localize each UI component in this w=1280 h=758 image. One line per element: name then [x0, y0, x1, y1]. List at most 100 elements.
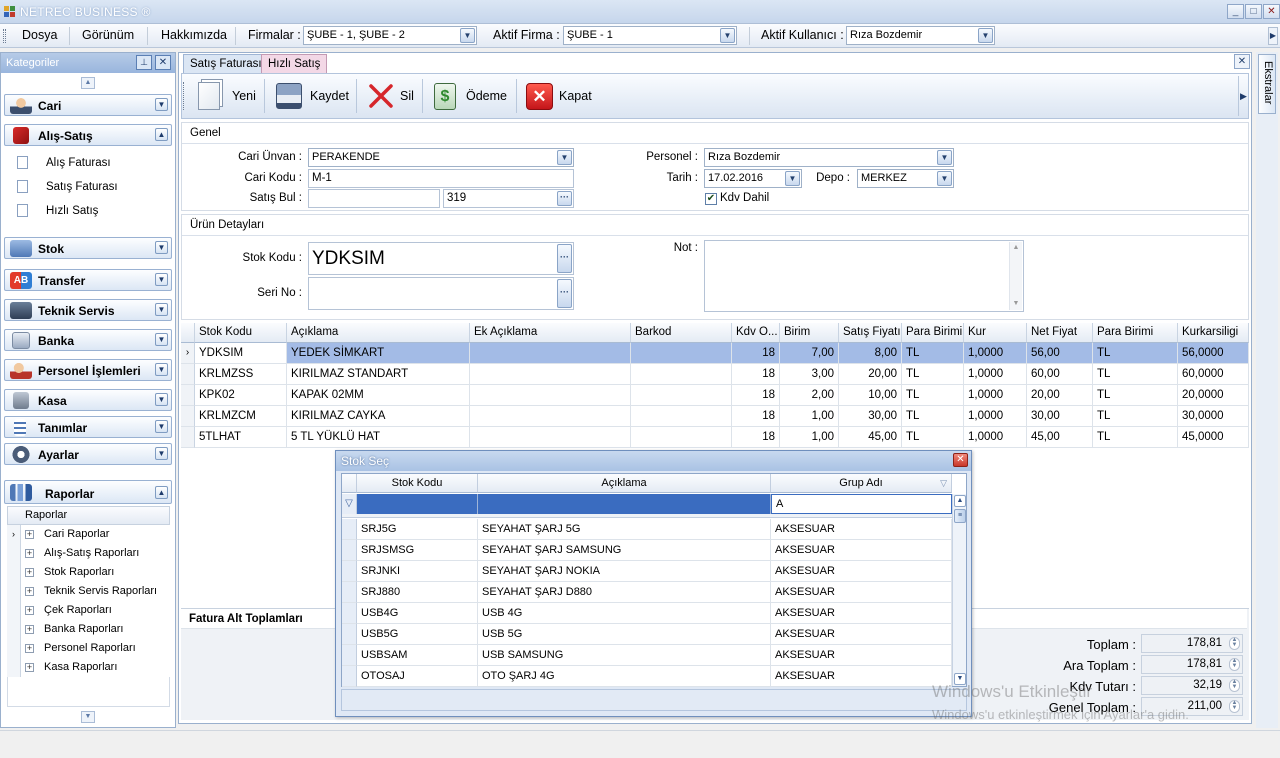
row-indicator[interactable] — [342, 540, 357, 561]
close-window-button[interactable]: ✕ — [1263, 4, 1280, 19]
table-cell[interactable]: SRJ880 — [357, 582, 478, 603]
group-raporlar[interactable]: Raporlar ▲ — [4, 480, 172, 504]
row-indicator[interactable]: › — [181, 343, 195, 364]
chevron-down-icon[interactable]: ▼ — [155, 447, 168, 460]
tree-row[interactable]: + Personel Raporları — [7, 639, 170, 658]
table-cell[interactable]: SEYAHAT ŞARJ SAMSUNG — [478, 540, 771, 561]
chevron-down-icon[interactable]: ▼ — [460, 28, 475, 43]
maximize-button[interactable]: □ — [1245, 4, 1262, 19]
table-cell[interactable]: TL — [902, 343, 964, 364]
stok-kodu-field[interactable]: YDKSIM ··· — [308, 242, 574, 275]
table-cell[interactable]: 18 — [732, 427, 780, 448]
not-textarea[interactable]: ▲ ▼ — [704, 240, 1024, 312]
table-cell[interactable]: 30,00 — [839, 406, 902, 427]
chevron-down-icon[interactable]: ▼ — [937, 171, 952, 186]
depo-combo[interactable]: MERKEZ ▼ — [857, 169, 954, 188]
tarih-datepicker[interactable]: 17.02.2016 ▼ — [704, 169, 802, 188]
chevron-up-icon[interactable]: ▲ — [155, 128, 168, 141]
filter-icon[interactable]: ▽ — [940, 474, 947, 492]
scrollbar[interactable]: ▲ ▼ — [1009, 242, 1022, 310]
ellipsis-button[interactable]: ··· — [557, 244, 572, 273]
table-cell[interactable]: USB SAMSUNG — [478, 645, 771, 666]
table-cell[interactable]: TL — [902, 364, 964, 385]
scroll-up-icon[interactable]: ▲ — [954, 495, 966, 507]
expand-icon[interactable]: + — [25, 644, 34, 653]
tree-row[interactable]: + Çek Raporları — [7, 601, 170, 620]
chevron-down-icon[interactable]: ▼ — [155, 420, 168, 433]
aktif-firma-combo[interactable]: ŞUBE - 1 ▼ — [563, 26, 737, 45]
spinner-icon[interactable]: ▲ ▼ — [1229, 679, 1240, 692]
expand-icon[interactable]: + — [25, 568, 34, 577]
aktif-kullanici-combo[interactable]: Rıza Bozdemir ▼ — [846, 26, 995, 45]
group-transfer[interactable]: AB Transfer ▼ — [4, 269, 172, 291]
table-cell[interactable]: TL — [1093, 343, 1178, 364]
close-panel-icon[interactable]: ✕ — [155, 55, 171, 70]
table-cell[interactable] — [470, 406, 631, 427]
table-cell[interactable]: AKSESUAR — [771, 561, 952, 582]
table-cell[interactable] — [470, 364, 631, 385]
row-indicator[interactable] — [342, 519, 357, 540]
scroll-down-icon[interactable]: ▼ — [1010, 298, 1022, 310]
col-header[interactable]: Satış Fiyatı — [839, 323, 902, 343]
table-cell[interactable]: 1,0000 — [964, 364, 1027, 385]
spinner-icon[interactable]: ▲ ▼ — [1229, 700, 1240, 713]
table-cell[interactable] — [631, 427, 732, 448]
toolbar-grip[interactable] — [183, 82, 186, 110]
table-cell[interactable]: USB4G — [357, 603, 478, 624]
menu-gorunum[interactable]: Görünüm — [82, 28, 134, 42]
table-cell[interactable]: KRLMZSS — [195, 364, 287, 385]
table-cell[interactable]: 45,00 — [1027, 427, 1093, 448]
table-cell[interactable]: KIRILMAZ STANDART — [287, 364, 470, 385]
cari-unvan-combo[interactable]: PERAKENDE ▼ — [308, 148, 574, 167]
group-stok[interactable]: Stok ▼ — [4, 237, 172, 259]
expand-icon[interactable]: + — [25, 530, 34, 539]
menu-dosya[interactable]: Dosya — [22, 28, 57, 42]
tree-row[interactable]: › + Cari Raporlar — [7, 525, 170, 544]
row-indicator[interactable] — [181, 364, 195, 385]
group-alis-satis[interactable]: Alış-Satış ▲ — [4, 124, 172, 146]
minimize-button[interactable]: _ — [1227, 4, 1244, 19]
col-header[interactable]: Ek Açıklama — [470, 323, 631, 343]
expand-icon[interactable]: + — [25, 606, 34, 615]
col-header[interactable]: Para Birimi — [1093, 323, 1178, 343]
table-cell[interactable]: 60,00 — [1027, 364, 1093, 385]
ekstralar-tab[interactable]: Ekstralar — [1258, 54, 1276, 114]
expand-icon[interactable]: + — [25, 549, 34, 558]
scroll-down-icon[interactable]: ▼ — [81, 711, 95, 723]
tree-row[interactable]: + Stok Raporları — [7, 563, 170, 582]
table-cell[interactable]: 1,00 — [780, 427, 839, 448]
table-cell[interactable]: 2,00 — [780, 385, 839, 406]
expand-icon[interactable]: + — [25, 587, 34, 596]
table-cell[interactable]: YEDEK SİMKART — [287, 343, 470, 364]
firmalar-combo[interactable]: ŞUBE - 1, ŞUBE - 2 ▼ — [303, 26, 477, 45]
tree-row[interactable]: + Kasa Raporları — [7, 658, 170, 677]
chevron-down-icon[interactable]: ▼ — [155, 303, 168, 316]
sil-button[interactable]: Sil — [366, 80, 418, 113]
filter-stok-kodu[interactable] — [357, 494, 478, 514]
cari-kodu-field[interactable]: M-1 — [308, 169, 574, 188]
scroll-thumb[interactable]: ≡ — [954, 509, 966, 523]
table-cell[interactable]: AKSESUAR — [771, 519, 952, 540]
chevron-down-icon[interactable]: ▼ — [155, 241, 168, 254]
table-cell[interactable]: 10,00 — [839, 385, 902, 406]
row-indicator[interactable] — [342, 582, 357, 603]
table-cell[interactable]: 1,0000 — [964, 385, 1027, 406]
menu-hakkimizda[interactable]: Hakkımızda — [161, 28, 227, 42]
filter-grup-adi[interactable]: A — [771, 494, 952, 514]
table-cell[interactable]: SRJ5G — [357, 519, 478, 540]
table-cell[interactable]: TL — [902, 385, 964, 406]
table-cell[interactable]: USBSAM — [357, 645, 478, 666]
spinner-icon[interactable]: ▲ ▼ — [1229, 637, 1240, 650]
row-indicator[interactable] — [342, 624, 357, 645]
chevron-down-icon[interactable]: ▼ — [155, 98, 168, 111]
table-cell[interactable]: 1,00 — [780, 406, 839, 427]
table-cell[interactable]: 3,00 — [780, 364, 839, 385]
col-header[interactable]: Açıklama — [478, 474, 771, 493]
table-cell[interactable]: 30,0000 — [1178, 406, 1249, 427]
table-cell[interactable]: 56,00 — [1027, 343, 1093, 364]
scroll-up-icon[interactable]: ▲ — [1010, 242, 1022, 254]
chevron-down-icon[interactable]: ▼ — [785, 171, 800, 186]
group-cari[interactable]: Cari ▼ — [4, 94, 172, 116]
tab-hizli-satis[interactable]: Hızlı Satış — [261, 54, 328, 73]
group-tanimlar[interactable]: Tanımlar ▼ — [4, 416, 172, 438]
